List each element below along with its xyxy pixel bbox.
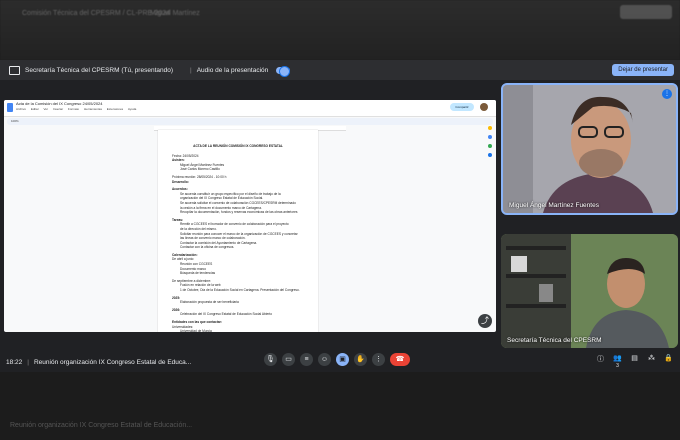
bg-text-1: Comisión Técnica del CPESRM / CL-PRE-202… [22,10,171,17]
audio-toggle[interactable] [276,65,291,77]
keep-icon[interactable] [488,126,492,130]
doc-body: ACTA DE LA REUNIÓN COMISIÓN IX CONGRESO … [158,130,318,332]
bg-button [620,5,672,19]
menu-item[interactable]: Insertar [53,107,63,111]
docs-logo-icon [7,103,13,112]
divider: | [27,358,29,366]
people-icon[interactable]: 👥3 [612,354,623,369]
menu-item[interactable]: Archivo [16,107,26,111]
participant-name: Secretaría Técnica del CPESRM [507,337,602,344]
doc-title[interactable]: Acta de la Comisión del IX Congreso 24/0… [16,101,103,106]
explore-button[interactable]: ⤴ [478,314,492,328]
menu-item[interactable]: Herramientas [84,107,102,111]
contacts-icon[interactable] [488,144,492,148]
doc-menu: Archivo Editar Ver Insertar Formato Herr… [16,107,140,111]
camera-icon[interactable]: ▭ [282,353,295,366]
presenting-title: Secretaría Técnica del CPESRM (Tú, prese… [25,66,174,74]
bg-text-bottom: Reunión organización IX Congreso Estatal… [10,422,193,429]
side-controls: ⓘ 👥3 ▤ ⁂ 🔒 [589,354,674,369]
doc-line: ACTA DE LA REUNIÓN COMISIÓN IX CONGRESO … [193,144,283,148]
participant-video [501,234,678,348]
speaking-indicator-icon: ⋮ [662,89,672,99]
host-controls-icon[interactable]: 🔒 [663,354,674,369]
share-button[interactable]: Compartir [450,103,474,111]
doc-line: Recopilar la documentación, fondos y res… [180,210,298,215]
present-icon[interactable]: ▣ [336,353,349,366]
audio-label: Audio de la presentación [196,66,269,74]
emoji-icon[interactable]: ☺ [318,353,331,366]
divider: | [190,66,192,74]
participant-count: 3 [616,363,619,369]
presenting-bar: Secretaría Técnica del CPESRM (Tú, prese… [0,60,680,80]
meeting-title: Reunión organización IX Congreso Estatal… [33,358,192,366]
docs-toolbar[interactable]: 100% [7,118,493,125]
avatar[interactable] [480,103,488,111]
doc-line: Universidad de Murcia [180,329,212,332]
participant-name: Miguel Ángel Martínez Fuentes [509,202,599,209]
menu-item[interactable]: Editar [31,107,39,111]
chat-icon[interactable]: ▤ [629,354,640,369]
zoom-value[interactable]: 100% [11,119,19,123]
hangup-icon[interactable]: ☎ [390,353,410,366]
raise-hand-icon[interactable]: ✋ [354,353,367,366]
menu-item[interactable]: Ver [44,107,49,111]
maps-icon[interactable] [488,153,492,157]
menu-item[interactable]: Ayuda [128,107,136,111]
captions-icon[interactable]: ≡ [300,353,313,366]
bg-text-2: Miguel Martínez [150,10,200,17]
background-blurred-footer: Reunión organización IX Congreso Estatal… [0,372,680,440]
doc-page[interactable]: ACTA DE LA REUNIÓN COMISIÓN IX CONGRESO … [158,130,318,332]
call-controls: 🎙 ▭ ≡ ☺ ▣ ✋ ⋮ ☎ [264,353,415,366]
clock: 18:22 [6,358,23,366]
tasks-icon[interactable] [488,135,492,139]
present-screen-icon [9,65,20,75]
doc-line: Se acuerda solicitar el convenio de cola… [180,200,296,205]
more-icon[interactable]: ⋮ [372,353,385,366]
side-panel-icons [488,126,493,162]
stop-presenting-button[interactable]: Dejar de presentar [612,64,674,76]
menu-item[interactable]: Formato [68,107,79,111]
mic-icon[interactable]: 🎙 [264,353,277,366]
shared-document: Acta de la Comisión del IX Congreso 24/0… [4,100,496,332]
menu-item[interactable]: Extensiones [107,107,123,111]
participant-video [503,85,676,213]
activities-icon[interactable]: ⁂ [646,354,657,369]
participant-tile-speaker[interactable]: ⋮ Miguel Ángel Martínez Fuentes [501,83,678,215]
meet-window: Secretaría Técnica del CPESRM (Tú, prese… [0,60,680,372]
participant-tile-self[interactable]: Secretaría Técnica del CPESRM [501,234,678,348]
background-blurred-header: Comisión Técnica del CPESRM / CL-PRE-202… [0,0,680,60]
info-icon[interactable]: ⓘ [595,354,606,369]
docs-header: Acta de la Comisión del IX Congreso 24/0… [4,100,496,117]
doc-line: 1 de Octubre, Día de la Educación Social… [180,288,300,293]
